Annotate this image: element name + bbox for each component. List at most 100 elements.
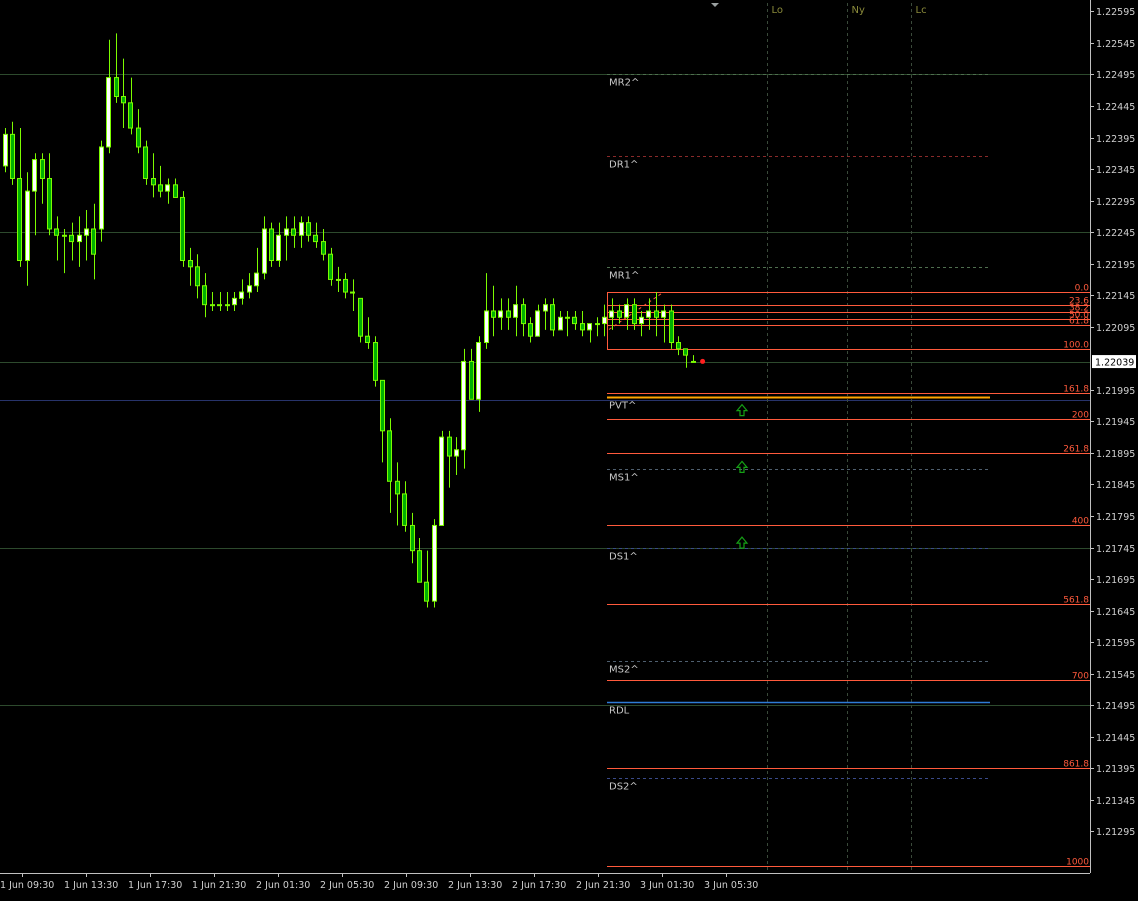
price-tick-label: 1.21345 (1096, 796, 1135, 807)
price-tick-label: 1.21945 (1096, 417, 1135, 428)
candle-body (609, 310, 614, 318)
price-chart[interactable]: Lo Ny Lc MR2^ DR1^ MR1^ PVT^ MS1^ DS1^ MS2^ RDL DS… (0, 0, 1138, 897)
candle-body (106, 77, 111, 148)
candle-body (595, 323, 600, 326)
candle-body (373, 342, 378, 381)
candle-body (358, 297, 363, 337)
price-tick-label: 1.22595 (1096, 7, 1135, 18)
candle-body (151, 178, 156, 186)
price-tick-label: 1.22195 (1096, 260, 1135, 271)
candle-body (572, 316, 577, 325)
candle-body (306, 222, 311, 236)
candle-body (91, 228, 96, 255)
candle-body (232, 297, 237, 306)
candle-body (469, 360, 474, 400)
price-tick-label: 1.21395 (1096, 764, 1135, 775)
candle-body (550, 304, 555, 331)
price-tick-label: 1.21495 (1096, 701, 1135, 712)
candle-body (99, 146, 104, 230)
fib-label-861-8: 861.8 (1063, 760, 1089, 770)
candle-body (454, 449, 459, 457)
pivot-label-dr1: DR1^ (609, 160, 638, 171)
price-tick-label: 1.22345 (1096, 165, 1135, 176)
candle-body (498, 310, 503, 318)
candle-body (417, 550, 422, 583)
candle-body (543, 304, 548, 312)
fib-label-1000: 1000 (1066, 858, 1089, 868)
candle-body (632, 304, 637, 325)
candle-body (669, 310, 674, 344)
price-tick-label: 1.22545 (1096, 39, 1135, 50)
time-tick-label: 2 Jun 01:30 (256, 880, 310, 891)
price-tick-label: 1.22445 (1096, 102, 1135, 113)
candle-body (491, 310, 496, 318)
candle-body (69, 234, 74, 243)
last-price-dot (700, 358, 706, 364)
fib-label-400: 400 (1072, 517, 1089, 527)
session-label-lc: Lc (916, 5, 927, 16)
candle-body (484, 310, 489, 344)
candle-body (210, 304, 215, 307)
pivot-label-ms2: MS2^ (609, 665, 639, 676)
candle-body (143, 146, 148, 180)
candle-body (365, 335, 370, 344)
session-label-ny: Ny (852, 5, 865, 16)
candle-body (395, 480, 400, 495)
time-tick-label: 2 Jun 13:30 (448, 880, 502, 891)
pivot-label-mr1: MR1^ (609, 271, 639, 282)
chart-canvas[interactable]: Lo Ny Lc MR2^ DR1^ MR1^ PVT^ MS1^ DS1^ MS2^ RDL DS… (0, 0, 1138, 897)
price-tick-label: 1.21745 (1096, 544, 1135, 555)
time-tick-label: 2 Jun 17:30 (512, 880, 566, 891)
candle-body (587, 323, 592, 331)
price-tick-label: 1.21595 (1096, 638, 1135, 649)
time-tick-label: 1 Jun 17:30 (128, 880, 182, 891)
time-tick-label: 2 Jun 05:30 (320, 880, 374, 891)
fib-label-200: 200 (1072, 411, 1089, 421)
candle-body (3, 133, 8, 167)
candle-body (380, 379, 385, 432)
candle-body (410, 524, 415, 552)
pivot-label-ds1: DS1^ (609, 552, 638, 563)
fib-label-161-8: 161.8 (1063, 385, 1089, 395)
candle-body (40, 159, 45, 180)
candle-body (676, 342, 681, 350)
candle-body (535, 310, 540, 337)
price-tick-label: 1.21795 (1096, 512, 1135, 523)
price-tick-label: 1.21645 (1096, 607, 1135, 618)
price-tick-label: 1.22295 (1096, 197, 1135, 208)
candle-body (521, 304, 526, 325)
candle-body (202, 285, 207, 306)
price-tick-label: 1.21995 (1096, 386, 1135, 397)
candle-body (646, 310, 651, 318)
candle-body (284, 228, 289, 236)
candle-body (328, 253, 333, 280)
fib-label-0-0: 0.0 (1075, 284, 1090, 294)
pivot-label-mr2: MR2^ (609, 78, 639, 89)
candle-body (225, 304, 230, 307)
candle-body (165, 184, 170, 192)
session-label-lo: Lo (772, 5, 784, 16)
candle-body (387, 430, 392, 482)
candle-body (136, 127, 141, 148)
fib-label-261-8: 261.8 (1063, 445, 1089, 455)
candle-body (180, 196, 185, 262)
candle-body (47, 178, 52, 230)
price-tick-label: 1.22145 (1096, 291, 1135, 302)
candle-body (313, 234, 318, 243)
pivot-label-rdl: RDL (609, 706, 630, 717)
candle-body (639, 316, 644, 325)
candle-body (276, 234, 281, 262)
price-tick-label: 1.21695 (1096, 575, 1135, 586)
candle-body (114, 77, 119, 98)
candle-body (513, 304, 518, 318)
fib-label-61-8: 61.8 (1069, 317, 1089, 327)
pivot-label-pvt: PVT^ (609, 401, 636, 412)
candle-body (439, 436, 444, 526)
candle-body (432, 524, 437, 602)
candle-body (558, 316, 563, 331)
price-tick-label: 1.22495 (1096, 70, 1135, 81)
candle-body (654, 310, 659, 318)
candle-body (10, 133, 15, 180)
fib-label-700: 700 (1072, 672, 1089, 682)
time-tick-label: 1 Jun 13:30 (64, 880, 118, 891)
